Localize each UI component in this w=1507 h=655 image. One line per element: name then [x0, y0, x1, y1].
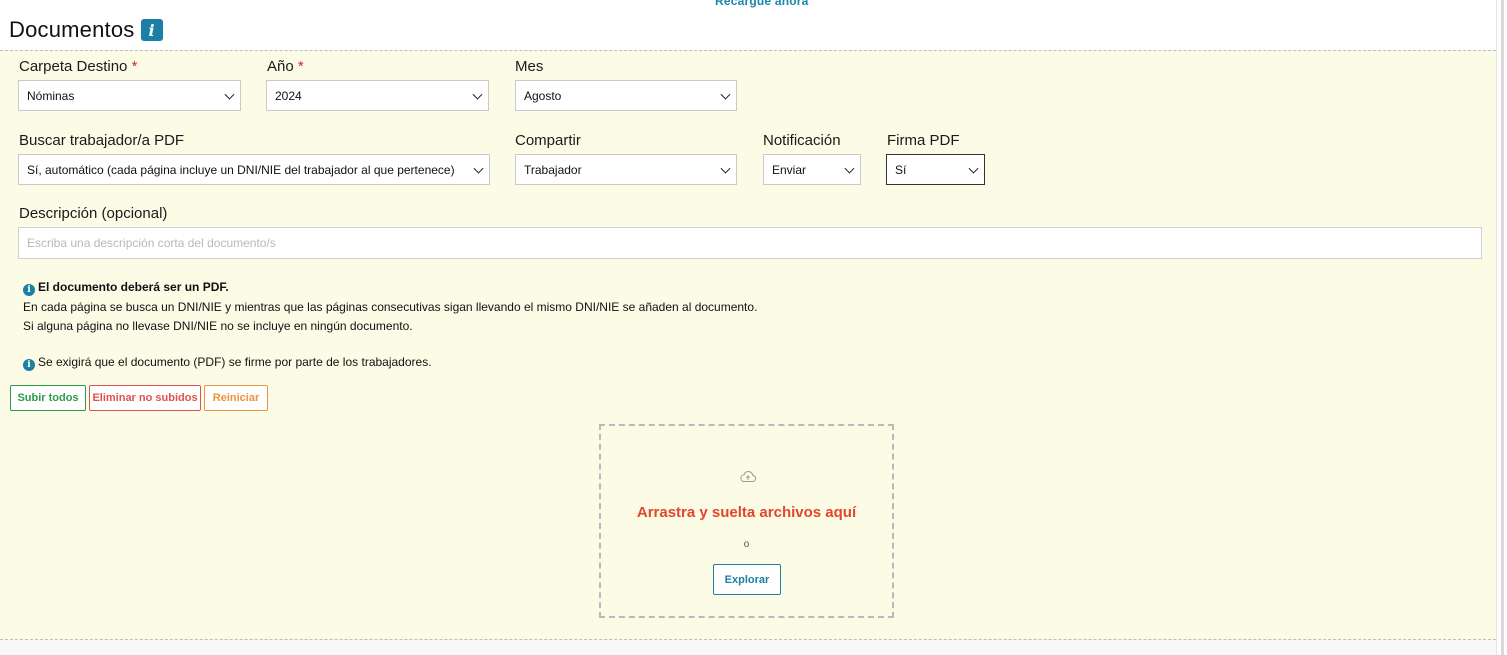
- reload-link[interactable]: Recargue ahora: [715, 0, 809, 8]
- cloud-upload-icon: [740, 471, 757, 482]
- descripcion-input[interactable]: [18, 227, 1482, 259]
- pdf-note-title-text: El documento deberá ser un PDF.: [38, 280, 229, 294]
- carpeta-label-text: Carpeta Destino: [19, 58, 128, 75]
- firma-value: Sí: [895, 162, 907, 177]
- anio-label: Año *: [267, 58, 304, 75]
- chevron-down-icon: [720, 89, 731, 100]
- title-wrap: Documentos i: [9, 17, 163, 43]
- firma-note-text: Se exigirá que el documento (PDF) se fir…: [38, 355, 432, 369]
- firma-note: i Se exigirá que el documento (PDF) se fi…: [23, 355, 432, 371]
- file-dropzone[interactable]: Arrastra y suelta archivos aquí o Explor…: [599, 424, 894, 618]
- firma-label-text: Firma PDF: [887, 132, 960, 149]
- page-title: Documentos: [9, 17, 135, 42]
- mes-label-text: Mes: [515, 58, 544, 75]
- compartir-select[interactable]: Trabajador: [515, 154, 737, 185]
- mes-label: Mes: [515, 58, 543, 75]
- info-icon: i: [23, 284, 35, 296]
- buscar-select[interactable]: Sí, automático (cada página incluye un D…: [18, 154, 490, 185]
- chevron-down-icon: [224, 89, 235, 100]
- chevron-down-icon: [720, 163, 731, 174]
- anio-select[interactable]: 2024: [266, 80, 489, 111]
- dropzone-or: o: [743, 539, 750, 550]
- mes-select[interactable]: Agosto: [515, 80, 737, 111]
- compartir-label-text: Compartir: [515, 132, 581, 149]
- descripcion-label-text: Descripción (opcional): [19, 205, 168, 222]
- pdf-note-line1: En cada página se busca un DNI/NIE y mie…: [23, 300, 758, 314]
- buscar-label-text: Buscar trabajador/a PDF: [19, 132, 185, 149]
- reset-button[interactable]: Reiniciar: [204, 385, 268, 411]
- info-icon[interactable]: i: [140, 19, 163, 41]
- notificacion-select[interactable]: Enviar: [763, 154, 861, 185]
- notificacion-label: Notificación: [763, 132, 841, 149]
- upload-all-button[interactable]: Subir todos: [10, 385, 86, 411]
- scrollbar[interactable]: [1496, 0, 1507, 655]
- descripcion-label: Descripción (opcional): [19, 205, 167, 222]
- carpeta-select[interactable]: Nóminas: [18, 80, 241, 111]
- chevron-down-icon: [968, 163, 979, 174]
- chevron-down-icon: [473, 163, 484, 174]
- firma-label: Firma PDF: [887, 132, 960, 149]
- compartir-value: Trabajador: [524, 162, 582, 177]
- firma-select[interactable]: Sí: [886, 154, 985, 185]
- mes-value: Agosto: [524, 88, 562, 103]
- info-icon: i: [23, 359, 35, 371]
- anio-label-text: Año: [267, 58, 294, 75]
- delete-unuploaded-button[interactable]: Eliminar no subidos: [89, 385, 201, 411]
- buscar-label: Buscar trabajador/a PDF: [19, 132, 184, 149]
- pdf-note-line2: Si alguna página no llevase DNI/NIE no s…: [23, 319, 413, 333]
- required-marker: *: [131, 58, 138, 75]
- notificacion-value: Enviar: [772, 162, 807, 177]
- carpeta-value: Nóminas: [27, 88, 75, 103]
- chevron-down-icon: [844, 163, 855, 174]
- compartir-label: Compartir: [515, 132, 581, 149]
- scrollbar-track[interactable]: [1501, 0, 1504, 655]
- notificacion-label-text: Notificación: [763, 132, 841, 149]
- carpeta-label: Carpeta Destino *: [19, 58, 137, 75]
- chevron-down-icon: [472, 89, 483, 100]
- page-header: Recargue ahora Documentos i: [0, 0, 1496, 50]
- dropzone-text: Arrastra y suelta archivos aquí: [636, 504, 857, 521]
- required-marker: *: [297, 58, 304, 75]
- anio-value: 2024: [275, 88, 302, 103]
- buscar-value: Sí, automático (cada página incluye un D…: [27, 162, 455, 177]
- pdf-note-title: i El documento deberá ser un PDF.: [23, 280, 229, 296]
- browse-button[interactable]: Explorar: [713, 564, 781, 595]
